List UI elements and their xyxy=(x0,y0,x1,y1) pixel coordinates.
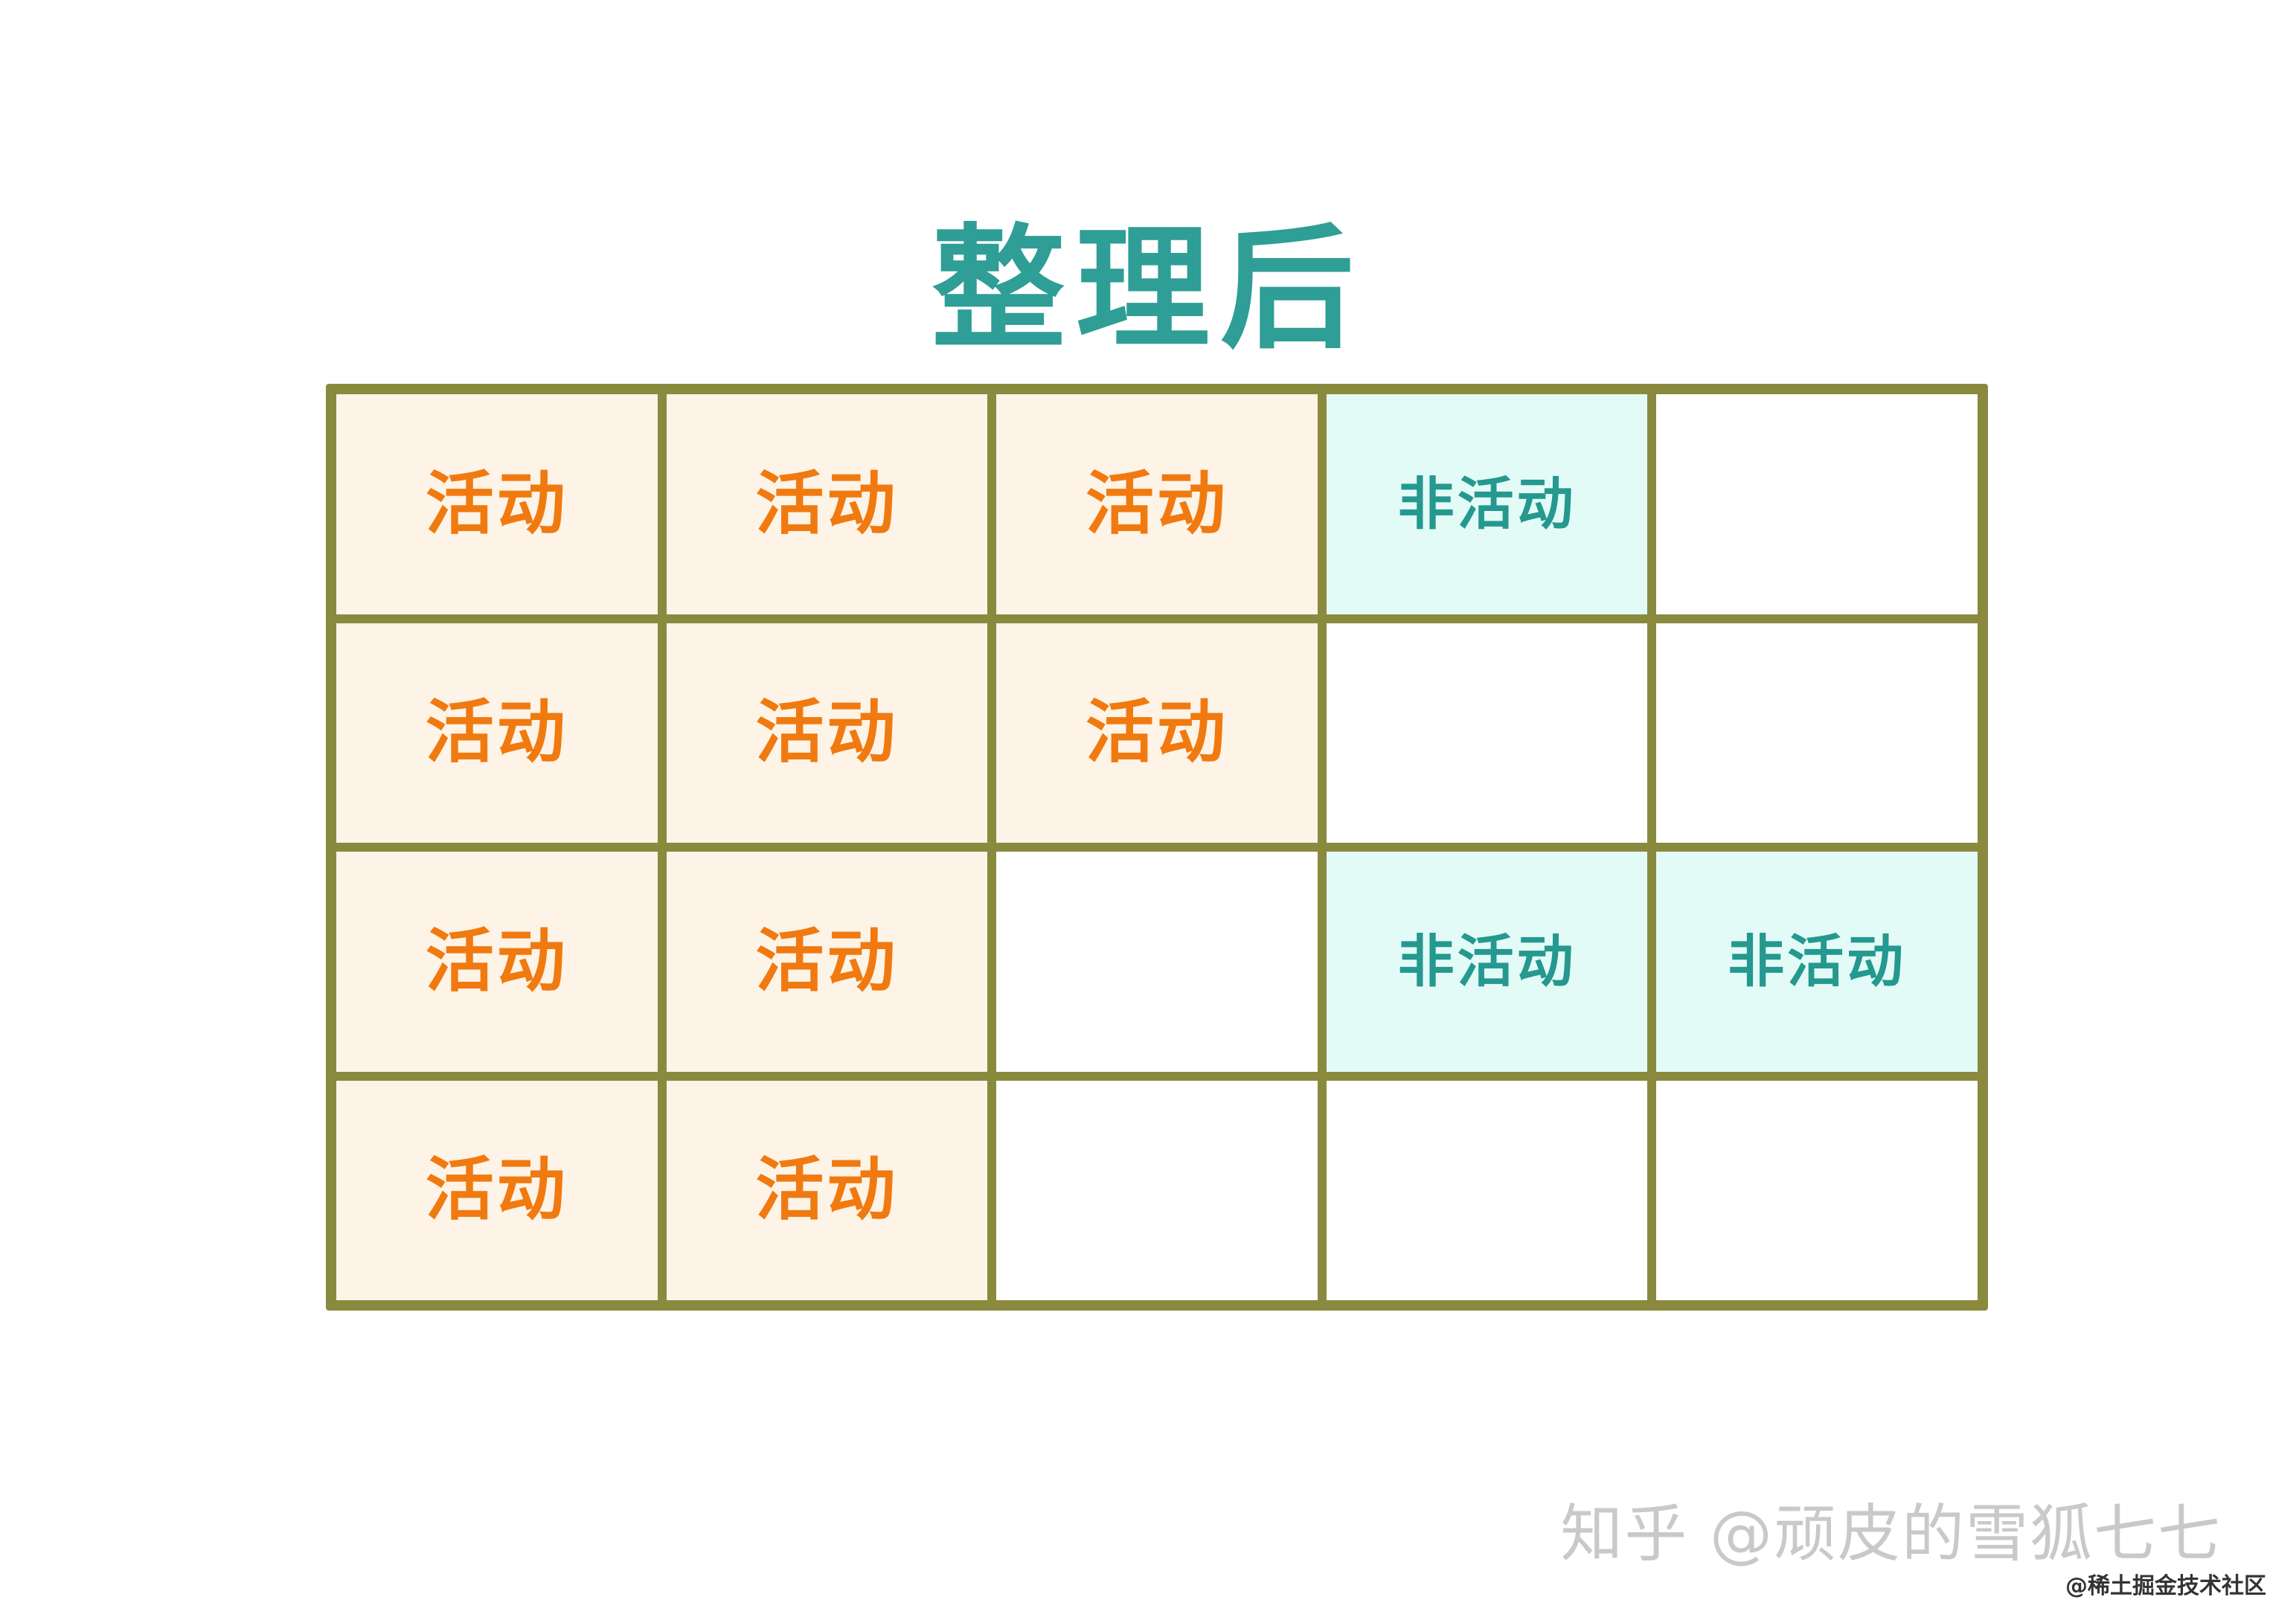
cell-label-inactive: 非活动 xyxy=(1397,470,1577,537)
grid-cell-empty xyxy=(1326,1080,1648,1300)
grid-cell-active: 活动 xyxy=(336,394,658,614)
grid-cell-active: 活动 xyxy=(666,623,988,843)
cell-label-inactive: 非活动 xyxy=(1397,928,1577,994)
grid-cell-empty xyxy=(996,852,1318,1072)
cell-label-active: 活动 xyxy=(425,692,568,773)
grid-cell-active: 活动 xyxy=(996,394,1318,614)
grid-cell-inactive: 非活动 xyxy=(1326,394,1648,614)
grid-cell-active: 活动 xyxy=(666,394,988,614)
juejin-credit: @稀土掘金技术社区 xyxy=(2065,1573,2266,1599)
cell-label-active: 活动 xyxy=(755,692,899,773)
grid-cell-inactive: 非活动 xyxy=(1656,852,1978,1072)
cell-label-active: 活动 xyxy=(755,921,899,1001)
cell-label-active: 活动 xyxy=(425,921,568,1001)
cell-label-active: 活动 xyxy=(425,1150,568,1230)
memory-grid: 活动 活动 活动 非活动 活动 活动 活动 活动 活动 非活动 非活动 活动 活动 xyxy=(326,384,1988,1311)
grid-cell-active: 活动 xyxy=(336,623,658,843)
zhihu-watermark: 知乎 @顽皮的雪狐七七 xyxy=(1560,1497,2222,1570)
diagram-canvas: 整理后 活动 活动 活动 非活动 活动 活动 活动 活动 活动 非活动 非活动 活动 活动 知乎 @顽皮… xyxy=(0,0,2296,1623)
cell-label-active: 活动 xyxy=(1085,463,1228,544)
grid-cell-active: 活动 xyxy=(336,1080,658,1300)
cell-label-active: 活动 xyxy=(425,463,568,544)
cell-label-active: 活动 xyxy=(755,1150,899,1230)
cell-label-active: 活动 xyxy=(755,463,899,544)
grid-cell-inactive: 非活动 xyxy=(1326,852,1648,1072)
grid-cell-active: 活动 xyxy=(336,852,658,1072)
grid-cell-active: 活动 xyxy=(666,1080,988,1300)
diagram-title: 整理后 xyxy=(931,212,1365,367)
grid-cell-empty xyxy=(1656,1080,1978,1300)
grid-cell-empty xyxy=(996,1080,1318,1300)
cell-label-active: 活动 xyxy=(1085,692,1228,773)
grid-cell-empty xyxy=(1656,394,1978,614)
grid-cell-empty xyxy=(1656,623,1978,843)
grid-cell-active: 活动 xyxy=(996,623,1318,843)
grid-cell-active: 活动 xyxy=(666,852,988,1072)
cell-label-inactive: 非活动 xyxy=(1728,928,1907,994)
grid-cell-empty xyxy=(1326,623,1648,843)
